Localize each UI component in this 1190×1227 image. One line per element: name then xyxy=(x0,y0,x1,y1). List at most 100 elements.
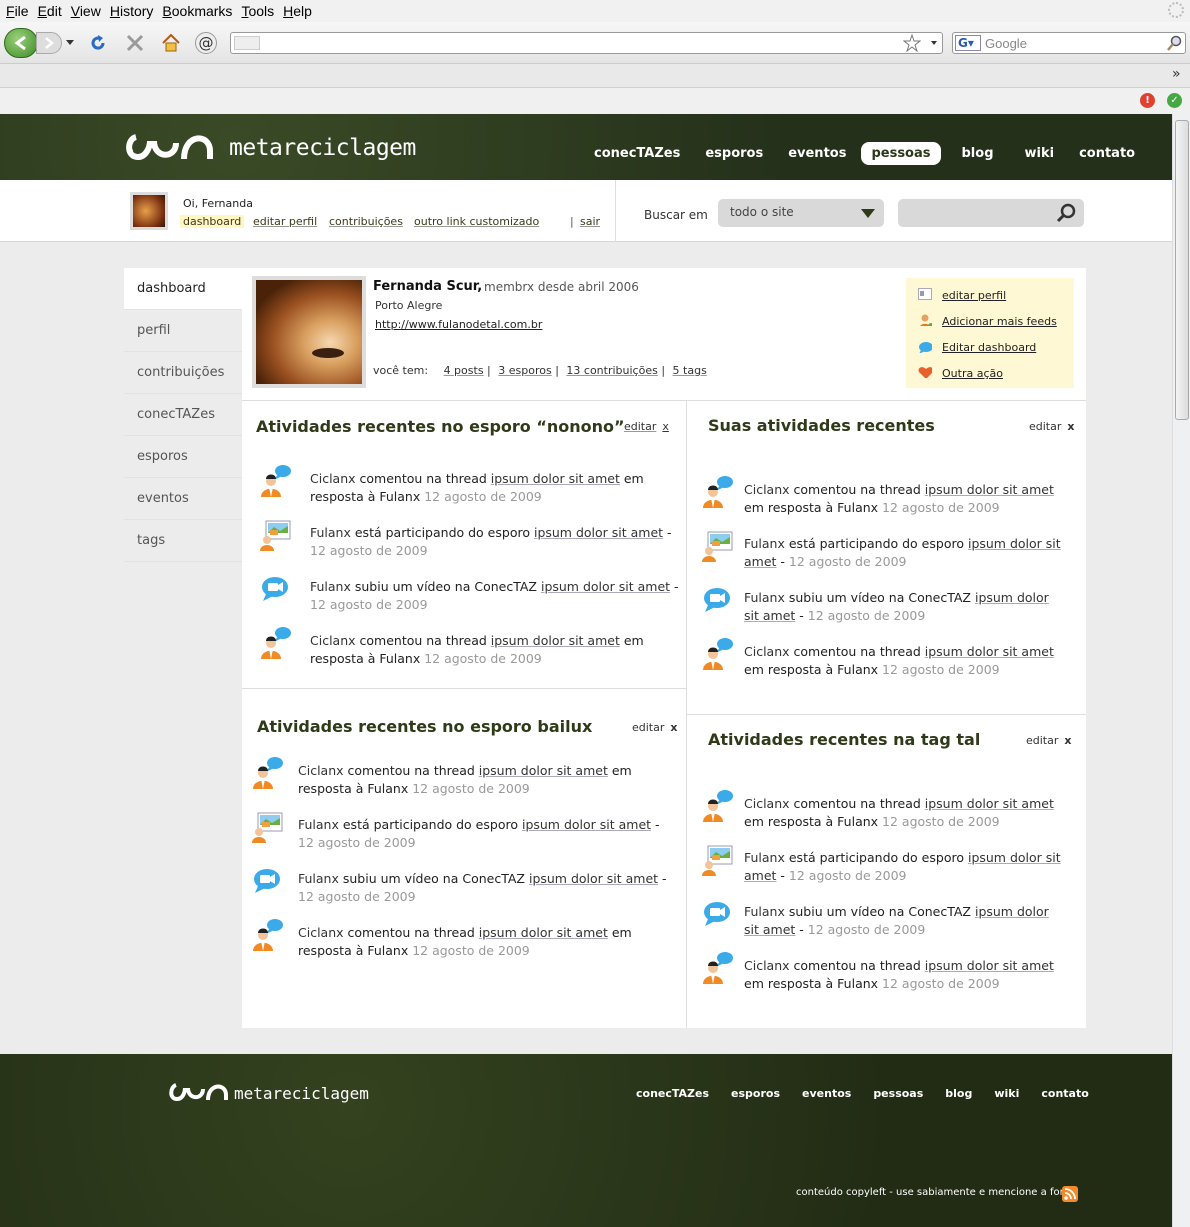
action-editar-perfil[interactable]: editar perfil xyxy=(942,289,1006,302)
site-identity-icon[interactable] xyxy=(234,36,260,50)
activity-link[interactable]: ipsum dolor sit amet xyxy=(491,471,620,486)
profile-photo[interactable] xyxy=(252,276,366,388)
reload-icon[interactable] xyxy=(88,33,108,53)
history-dropdown-icon[interactable] xyxy=(66,40,74,45)
edit-button[interactable]: editar xyxy=(1029,420,1061,433)
search-icon[interactable] xyxy=(1055,202,1077,224)
home-icon[interactable] xyxy=(160,32,182,54)
activity-actor[interactable]: Fulanx xyxy=(744,536,785,551)
menu-history[interactable]: History xyxy=(110,3,154,19)
action-outra-acao[interactable]: Outra ação xyxy=(942,367,1003,380)
footer-nav-wiki[interactable]: wiki xyxy=(994,1087,1019,1100)
footer-nav-esporos[interactable]: esporos xyxy=(731,1087,780,1100)
activity-actor[interactable]: Fulanx xyxy=(298,871,339,886)
footer-nav-pessoas[interactable]: pessoas xyxy=(873,1087,923,1100)
edit-button[interactable]: editar xyxy=(624,420,656,433)
menu-view[interactable]: View xyxy=(71,3,101,19)
rss-icon[interactable] xyxy=(1062,1186,1078,1202)
sidebar-item-conectazes[interactable]: conecTAZes xyxy=(124,394,242,436)
sidebar-item-tags[interactable]: tags xyxy=(124,520,242,562)
profile-url[interactable]: http://www.fulanodetal.com.br xyxy=(375,318,542,331)
edit-button[interactable]: editar xyxy=(1026,734,1058,747)
userlink-editar-perfil[interactable]: editar perfil xyxy=(253,215,317,228)
userlink-dashboard[interactable]: dashboard xyxy=(180,215,245,228)
activity-actor[interactable]: Fulanx xyxy=(744,850,785,865)
bookmark-star-icon[interactable] xyxy=(903,34,921,52)
footer-nav-contato[interactable]: contato xyxy=(1041,1087,1088,1100)
menu-help[interactable]: Help xyxy=(283,3,312,19)
footer-site-name[interactable]: metareciclagem xyxy=(234,1084,369,1103)
activity-link[interactable]: ipsum dolor sit amet xyxy=(541,579,670,594)
activity-link[interactable]: ipsum dolor sit amet xyxy=(534,525,663,540)
sidebar-item-perfil[interactable]: perfil xyxy=(124,310,242,352)
activity-actor[interactable]: Ciclanx xyxy=(744,796,790,811)
nav-wiki[interactable]: wiki xyxy=(1015,142,1065,165)
alert-icon[interactable]: ! xyxy=(1140,93,1155,108)
footer-logo-icon[interactable] xyxy=(168,1080,230,1104)
activity-link[interactable]: ipsum dolor sit amet xyxy=(529,871,658,886)
userlink-outro[interactable]: outro link customizado xyxy=(414,215,539,228)
menu-file[interactable]: File xyxy=(6,3,29,19)
activity-actor[interactable]: Fulanx xyxy=(744,590,785,605)
menu-bookmarks[interactable]: Bookmarks xyxy=(162,3,232,19)
magnifier-icon[interactable] xyxy=(1167,35,1183,51)
url-field[interactable] xyxy=(230,32,943,54)
sidebar-item-esporos[interactable]: esporos xyxy=(124,436,242,478)
activity-actor[interactable]: Fulanx xyxy=(310,579,351,594)
activity-actor[interactable]: Fulanx xyxy=(298,817,339,832)
stat-contribuicoes[interactable]: 13 contribuições xyxy=(566,364,657,377)
stop-icon[interactable] xyxy=(125,33,145,53)
nav-blog[interactable]: blog xyxy=(952,142,1004,165)
sidebar-item-dashboard[interactable]: dashboard xyxy=(124,268,242,310)
search-scope-select[interactable]: todo o site xyxy=(718,199,884,227)
activity-link[interactable]: ipsum dolor sit amet xyxy=(925,482,1054,497)
footer-nav-eventos[interactable]: eventos xyxy=(802,1087,851,1100)
nav-eventos[interactable]: eventos xyxy=(778,142,856,165)
userlink-contribuicoes[interactable]: contribuições xyxy=(329,215,403,228)
stat-tags[interactable]: 5 tags xyxy=(673,364,707,377)
activity-actor[interactable]: Ciclanx xyxy=(310,633,356,648)
menu-edit[interactable]: Edit xyxy=(38,3,62,19)
site-logo-icon[interactable] xyxy=(124,129,216,165)
scrollbar-thumb[interactable] xyxy=(1175,120,1189,420)
menu-tools[interactable]: Tools xyxy=(241,3,274,19)
sidebar-item-contribuicoes[interactable]: contribuições xyxy=(124,352,242,394)
logout-link[interactable]: sair xyxy=(580,215,600,228)
activity-link[interactable]: ipsum dolor sit amet xyxy=(925,796,1054,811)
stat-posts[interactable]: 4 posts xyxy=(444,364,484,377)
activity-link[interactable]: ipsum dolor sit amet xyxy=(479,763,608,778)
stat-esporos[interactable]: 3 esporos xyxy=(498,364,551,377)
back-button[interactable] xyxy=(4,28,38,58)
activity-actor[interactable]: Ciclanx xyxy=(744,482,790,497)
check-icon[interactable]: ✓ xyxy=(1167,93,1182,108)
activity-actor[interactable]: Ciclanx xyxy=(310,471,356,486)
activity-actor[interactable]: Fulanx xyxy=(310,525,351,540)
edit-button[interactable]: editar xyxy=(632,721,664,734)
activity-actor[interactable]: Ciclanx xyxy=(298,763,344,778)
nav-contato[interactable]: contato xyxy=(1069,142,1145,165)
at-sign-icon[interactable]: @ xyxy=(195,32,217,54)
nav-conectazes[interactable]: conecTAZes xyxy=(584,142,690,165)
activity-actor[interactable]: Ciclanx xyxy=(298,925,344,940)
site-name[interactable]: metareciclagem xyxy=(229,135,416,161)
activity-actor[interactable]: Ciclanx xyxy=(744,644,790,659)
forward-button[interactable] xyxy=(36,32,62,54)
nav-esporos[interactable]: esporos xyxy=(695,142,773,165)
activity-link[interactable]: ipsum dolor sit amet xyxy=(522,817,651,832)
close-button[interactable]: x xyxy=(1067,420,1074,433)
browser-search-field[interactable]: G▾ Google xyxy=(952,32,1186,54)
activity-link[interactable]: ipsum dolor sit amet xyxy=(491,633,620,648)
user-avatar[interactable] xyxy=(130,192,168,230)
overflow-chevron-icon[interactable]: » xyxy=(1172,66,1181,82)
activity-actor[interactable]: Fulanx xyxy=(744,904,785,919)
nav-pessoas[interactable]: pessoas xyxy=(861,142,941,165)
footer-nav-conectazes[interactable]: conecTAZes xyxy=(636,1087,709,1100)
close-button[interactable]: x xyxy=(670,721,677,734)
sidebar-item-eventos[interactable]: eventos xyxy=(124,478,242,520)
page-scrollbar[interactable] xyxy=(1172,114,1190,1227)
footer-nav-blog[interactable]: blog xyxy=(945,1087,972,1100)
close-button[interactable]: x xyxy=(662,420,669,433)
site-search-input[interactable] xyxy=(898,199,1084,227)
close-button[interactable]: x xyxy=(1064,734,1071,747)
activity-link[interactable]: ipsum dolor sit amet xyxy=(925,644,1054,659)
